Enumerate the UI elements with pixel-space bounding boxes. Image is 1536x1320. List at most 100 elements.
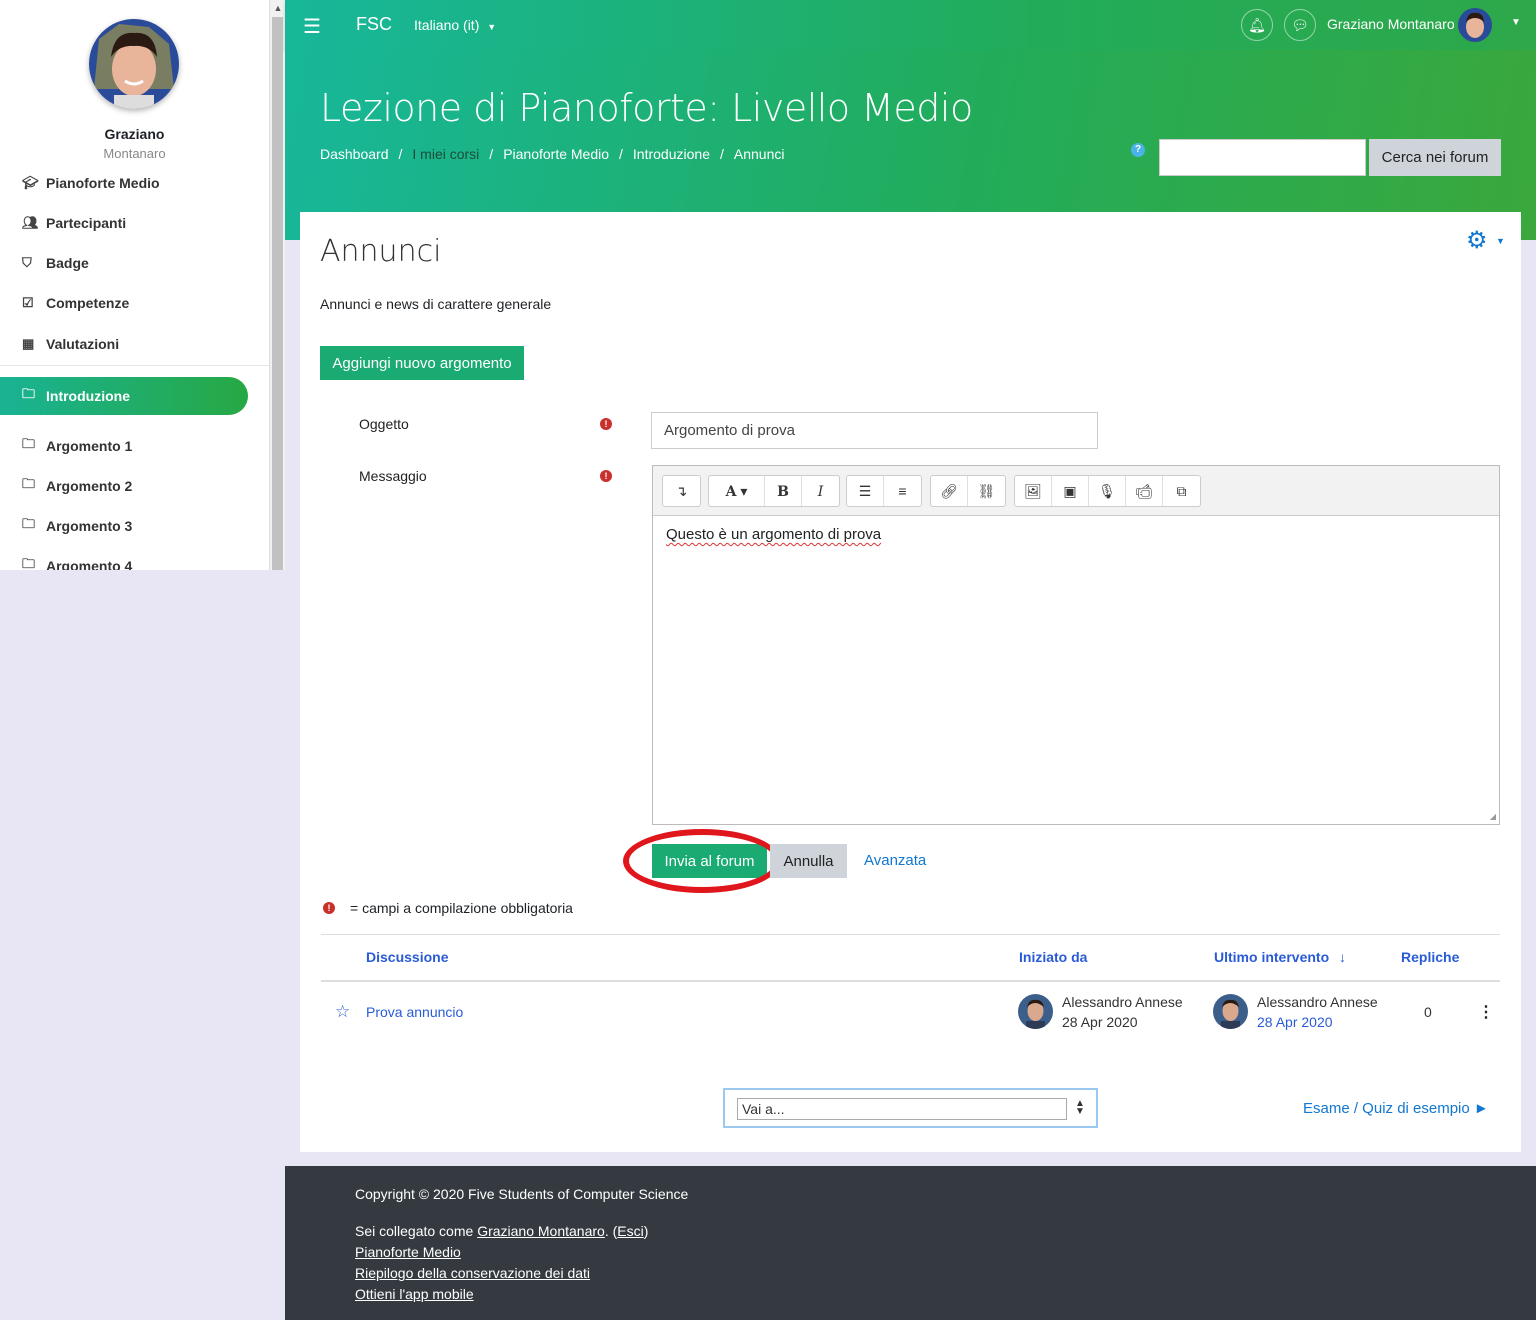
- language-label: Italiano ‎(it)‎: [414, 17, 480, 33]
- footer-course-link[interactable]: Pianoforte Medio: [355, 1244, 461, 1260]
- sidebar-divider: [0, 365, 269, 366]
- sidebar-item-argomento-1[interactable]: 🗀 Argomento 1: [0, 427, 269, 465]
- check-square-icon: ☑: [22, 295, 34, 310]
- gear-icon[interactable]: ⚙: [1466, 226, 1488, 255]
- editor-toolbar: ↴ A ▾ B I ☰ ≡ 🔗︎ ⛓ 🖼︎ ▣ 🎙︎ 📹︎ ⧉: [653, 466, 1499, 516]
- sidebar-item-competencies[interactable]: ☑ Competenze: [0, 284, 269, 322]
- image-icon[interactable]: 🖼︎: [1015, 476, 1052, 506]
- footer-privacy-link[interactable]: Riepilogo della conservazione dei dati: [355, 1265, 590, 1281]
- user-last-name: Montanaro: [103, 146, 166, 161]
- message-label: Messaggio: [359, 468, 427, 484]
- profile-link[interactable]: Graziano Montanaro: [477, 1223, 605, 1239]
- column-header-started-by[interactable]: Iniziato da: [1019, 949, 1087, 965]
- media-icon[interactable]: ▣: [1052, 476, 1089, 506]
- next-activity-link[interactable]: Esame / Quiz di esempio ►: [1303, 1100, 1489, 1117]
- chat-bubble-icon[interactable]: 💬︎: [1284, 9, 1316, 41]
- paragraph-style-icon[interactable]: A ▾: [709, 476, 765, 506]
- breadcrumb-item[interactable]: Annunci: [734, 146, 785, 162]
- footer-login-info: Sei collegato come Graziano Montanaro. (…: [355, 1223, 648, 1239]
- user-avatar[interactable]: [89, 19, 179, 109]
- select-arrows-icon[interactable]: ▲ ▼: [1075, 1099, 1085, 1117]
- toolbar-group: 🔗︎ ⛓: [930, 475, 1006, 507]
- message-editor[interactable]: ↴ A ▾ B I ☰ ≡ 🔗︎ ⛓ 🖼︎ ▣ 🎙︎ 📹︎ ⧉ Questo è…: [652, 465, 1500, 825]
- star-icon[interactable]: ☆: [335, 1002, 350, 1022]
- folder-icon: 🗀: [22, 436, 36, 451]
- sidebar-item-label: Pianoforte Medio: [46, 175, 160, 191]
- link-icon[interactable]: 🔗︎: [931, 476, 968, 506]
- started-by-name: Alessandro Annese: [1062, 994, 1183, 1010]
- video-camera-icon[interactable]: 📹︎: [1126, 476, 1163, 506]
- sidebar-item-participants[interactable]: 👥︎ Partecipanti: [0, 204, 269, 242]
- breadcrumb-item[interactable]: Introduzione: [633, 146, 710, 162]
- forum-search-input[interactable]: [1159, 139, 1366, 176]
- sidebar-item-introduzione[interactable]: 🗀 Introduzione: [0, 377, 248, 415]
- language-menu[interactable]: Italiano ‎(it)‎ ▼: [414, 17, 496, 33]
- forum-search-button[interactable]: Cerca nei forum: [1369, 139, 1501, 176]
- message-text[interactable]: Questo è un argomento di prova: [666, 526, 881, 543]
- required-fields-note: = campi a compilazione obbligatoria: [350, 900, 573, 916]
- breadcrumb-item[interactable]: Pianoforte Medio: [503, 146, 609, 162]
- course-link[interactable]: Pianoforte Medio: [355, 1244, 461, 1260]
- help-icon[interactable]: ?: [1131, 143, 1145, 157]
- breadcrumb-separator: /: [489, 146, 494, 162]
- footer: Copyright © 2020 Five Students of Comput…: [285, 1166, 1536, 1320]
- last-post-avatar[interactable]: [1213, 994, 1248, 1029]
- subject-label: Oggetto: [359, 416, 409, 432]
- subject-field[interactable]: [651, 412, 1098, 449]
- user-menu-avatar[interactable]: [1458, 8, 1492, 42]
- breadcrumb-item[interactable]: Dashboard: [320, 146, 389, 162]
- app-link[interactable]: Ottieni l'app mobile: [355, 1286, 474, 1302]
- author-avatar[interactable]: [1018, 994, 1053, 1029]
- column-header-discussion[interactable]: Discussione: [366, 949, 448, 965]
- hamburger-menu-icon[interactable]: ☰: [303, 14, 321, 39]
- sidebar-item-label: Argomento 3: [46, 518, 133, 534]
- last-post-date-link[interactable]: 28 Apr 2020: [1257, 1014, 1333, 1030]
- sidebar-scrollbar[interactable]: ▲: [269, 0, 285, 570]
- sidebar-item-argomento-2[interactable]: 🗀 Argomento 2: [0, 467, 269, 505]
- sidebar-item-badge[interactable]: ⛉ Badge: [0, 244, 269, 282]
- sidebar-item-argomento-4[interactable]: 🗀 Argomento 4: [0, 547, 269, 570]
- toolbar-group: ☰ ≡: [846, 475, 922, 507]
- manage-files-icon[interactable]: ⧉: [1163, 476, 1200, 506]
- privacy-link[interactable]: Riepilogo della conservazione dei dati: [355, 1265, 590, 1281]
- sidebar-item-argomento-3[interactable]: 🗀 Argomento 3: [0, 507, 269, 545]
- users-icon: 👥︎: [22, 215, 39, 230]
- chevron-down-icon[interactable]: ▼: [1511, 17, 1521, 28]
- add-topic-button[interactable]: Aggiungi nuovo argomento: [320, 346, 524, 380]
- cancel-button[interactable]: Annulla: [770, 844, 847, 878]
- column-header-replies[interactable]: Repliche: [1401, 949, 1459, 965]
- jump-to-select[interactable]: Vai a...: [737, 1098, 1067, 1120]
- folder-icon: 🗀: [22, 386, 36, 401]
- logout-link[interactable]: Esci: [617, 1223, 643, 1239]
- sidebar-item-grades[interactable]: ▦ Valutazioni: [0, 325, 269, 363]
- italic-icon[interactable]: I: [802, 476, 839, 506]
- required-icon: !: [600, 470, 612, 482]
- column-header-last-post[interactable]: Ultimo intervento ↓: [1214, 949, 1346, 965]
- chevron-down-icon[interactable]: ▼: [1496, 236, 1505, 246]
- sidebar-item-label: Argomento 2: [46, 478, 133, 494]
- footer-app-link[interactable]: Ottieni l'app mobile: [355, 1286, 474, 1302]
- advanced-link[interactable]: Avanzata: [864, 852, 926, 869]
- microphone-icon[interactable]: 🎙︎: [1089, 476, 1126, 506]
- graduation-cap-icon: 🎓︎: [22, 175, 39, 190]
- ordered-list-icon[interactable]: ≡: [884, 476, 921, 506]
- more-actions-icon[interactable]: ⋮: [1478, 1002, 1494, 1022]
- scrollbar-thumb[interactable]: [272, 17, 283, 570]
- show-more-icon[interactable]: ↴: [663, 476, 700, 506]
- jump-to-container: Vai a... ▲ ▼: [723, 1088, 1098, 1128]
- user-menu-name[interactable]: Graziano Montanaro: [1327, 16, 1455, 32]
- unlink-icon[interactable]: ⛓: [968, 476, 1005, 506]
- login-punct: . (: [604, 1223, 618, 1239]
- bell-icon[interactable]: 🔔︎: [1241, 9, 1273, 41]
- resize-handle-icon[interactable]: ◢: [1490, 812, 1496, 821]
- breadcrumb-item[interactable]: I miei corsi: [412, 146, 479, 162]
- bold-icon[interactable]: B: [765, 476, 802, 506]
- toolbar-group: 🖼︎ ▣ 🎙︎ 📹︎ ⧉: [1014, 475, 1201, 507]
- scroll-up-arrow-icon[interactable]: ▲: [270, 0, 285, 16]
- site-brand[interactable]: FSC: [356, 14, 392, 35]
- sidebar: Graziano Montanaro 🎓︎ Pianoforte Medio 👥…: [0, 0, 285, 570]
- discussion-title-link[interactable]: Prova annuncio: [366, 1004, 463, 1020]
- unordered-list-icon[interactable]: ☰: [847, 476, 884, 506]
- sidebar-item-course[interactable]: 🎓︎ Pianoforte Medio: [0, 164, 269, 202]
- toolbar-group: A ▾ B I: [708, 475, 840, 507]
